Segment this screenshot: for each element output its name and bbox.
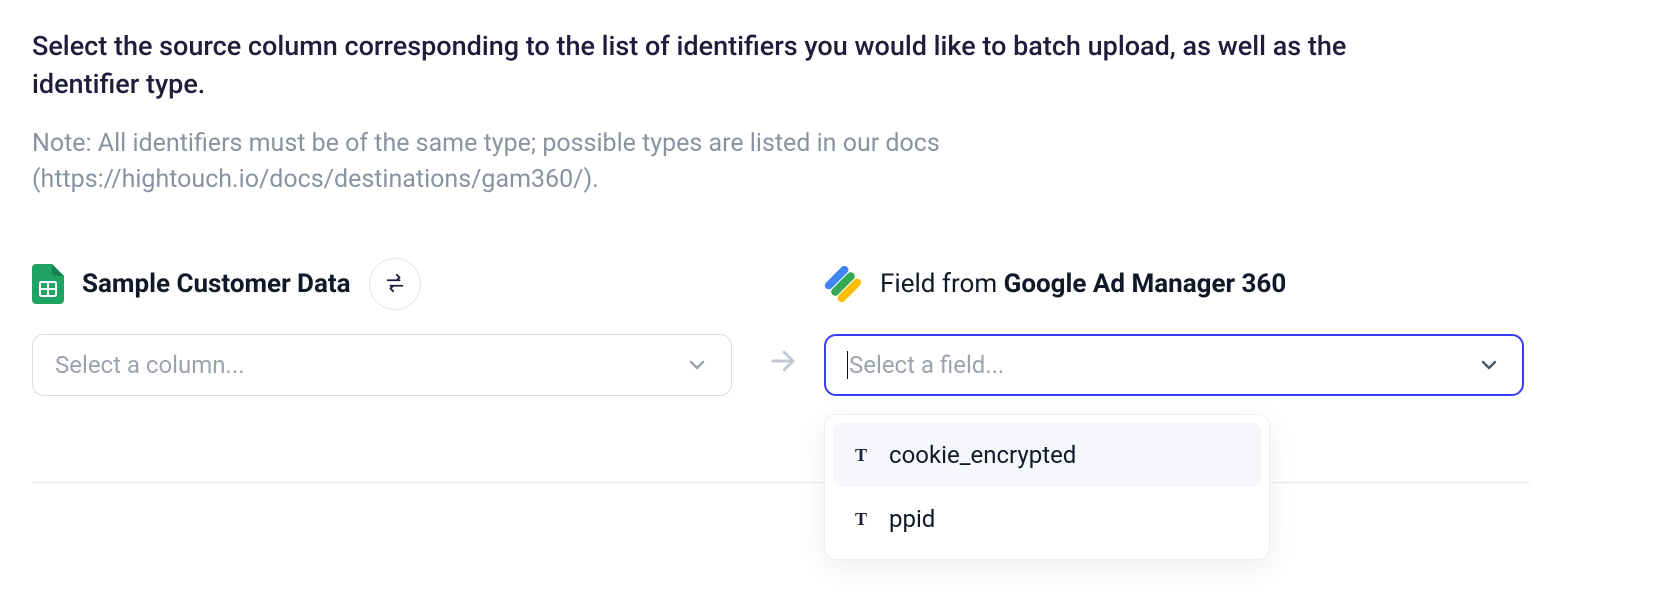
destination-column: Field from Google Ad Manager 360 Select …	[824, 256, 1534, 396]
destination-header: Field from Google Ad Manager 360	[824, 256, 1534, 312]
dropdown-option-cookie-encrypted[interactable]: T cookie_encrypted	[833, 423, 1261, 487]
dropdown-option-label: ppid	[889, 505, 935, 533]
destination-select-placeholder: Select a field...	[847, 351, 1004, 379]
destination-label-prefix: Field from	[880, 269, 1004, 299]
chevron-down-icon	[685, 353, 709, 377]
destination-label-name: Google Ad Manager 360	[1004, 269, 1287, 299]
destination-label: Field from Google Ad Manager 360	[880, 269, 1286, 299]
google-ad-manager-icon	[824, 265, 862, 303]
section-divider	[32, 482, 1530, 483]
swap-button[interactable]	[369, 258, 421, 310]
section-heading: Select the source column corresponding t…	[32, 28, 1372, 104]
destination-field-dropdown: T cookie_encrypted T ppid	[824, 414, 1270, 560]
source-column: Sample Customer Data Select a column...	[32, 256, 742, 396]
mapping-row: Sample Customer Data Select a column...	[32, 256, 1644, 396]
source-label: Sample Customer Data	[82, 269, 351, 299]
dropdown-option-ppid[interactable]: T ppid	[833, 487, 1261, 551]
text-type-icon: T	[851, 509, 871, 530]
mapping-arrow	[742, 346, 824, 380]
arrow-right-icon	[768, 346, 798, 380]
source-select-placeholder: Select a column...	[55, 351, 245, 379]
swap-icon	[384, 272, 406, 297]
google-sheets-icon	[32, 264, 64, 304]
dropdown-option-label: cookie_encrypted	[889, 441, 1076, 469]
section-subnote: Note: All identifiers must be of the sam…	[32, 126, 1132, 199]
destination-field-select[interactable]: Select a field...	[824, 334, 1524, 396]
text-type-icon: T	[851, 445, 871, 466]
source-column-select[interactable]: Select a column...	[32, 334, 732, 396]
chevron-down-icon	[1477, 353, 1501, 377]
source-header: Sample Customer Data	[32, 256, 742, 312]
